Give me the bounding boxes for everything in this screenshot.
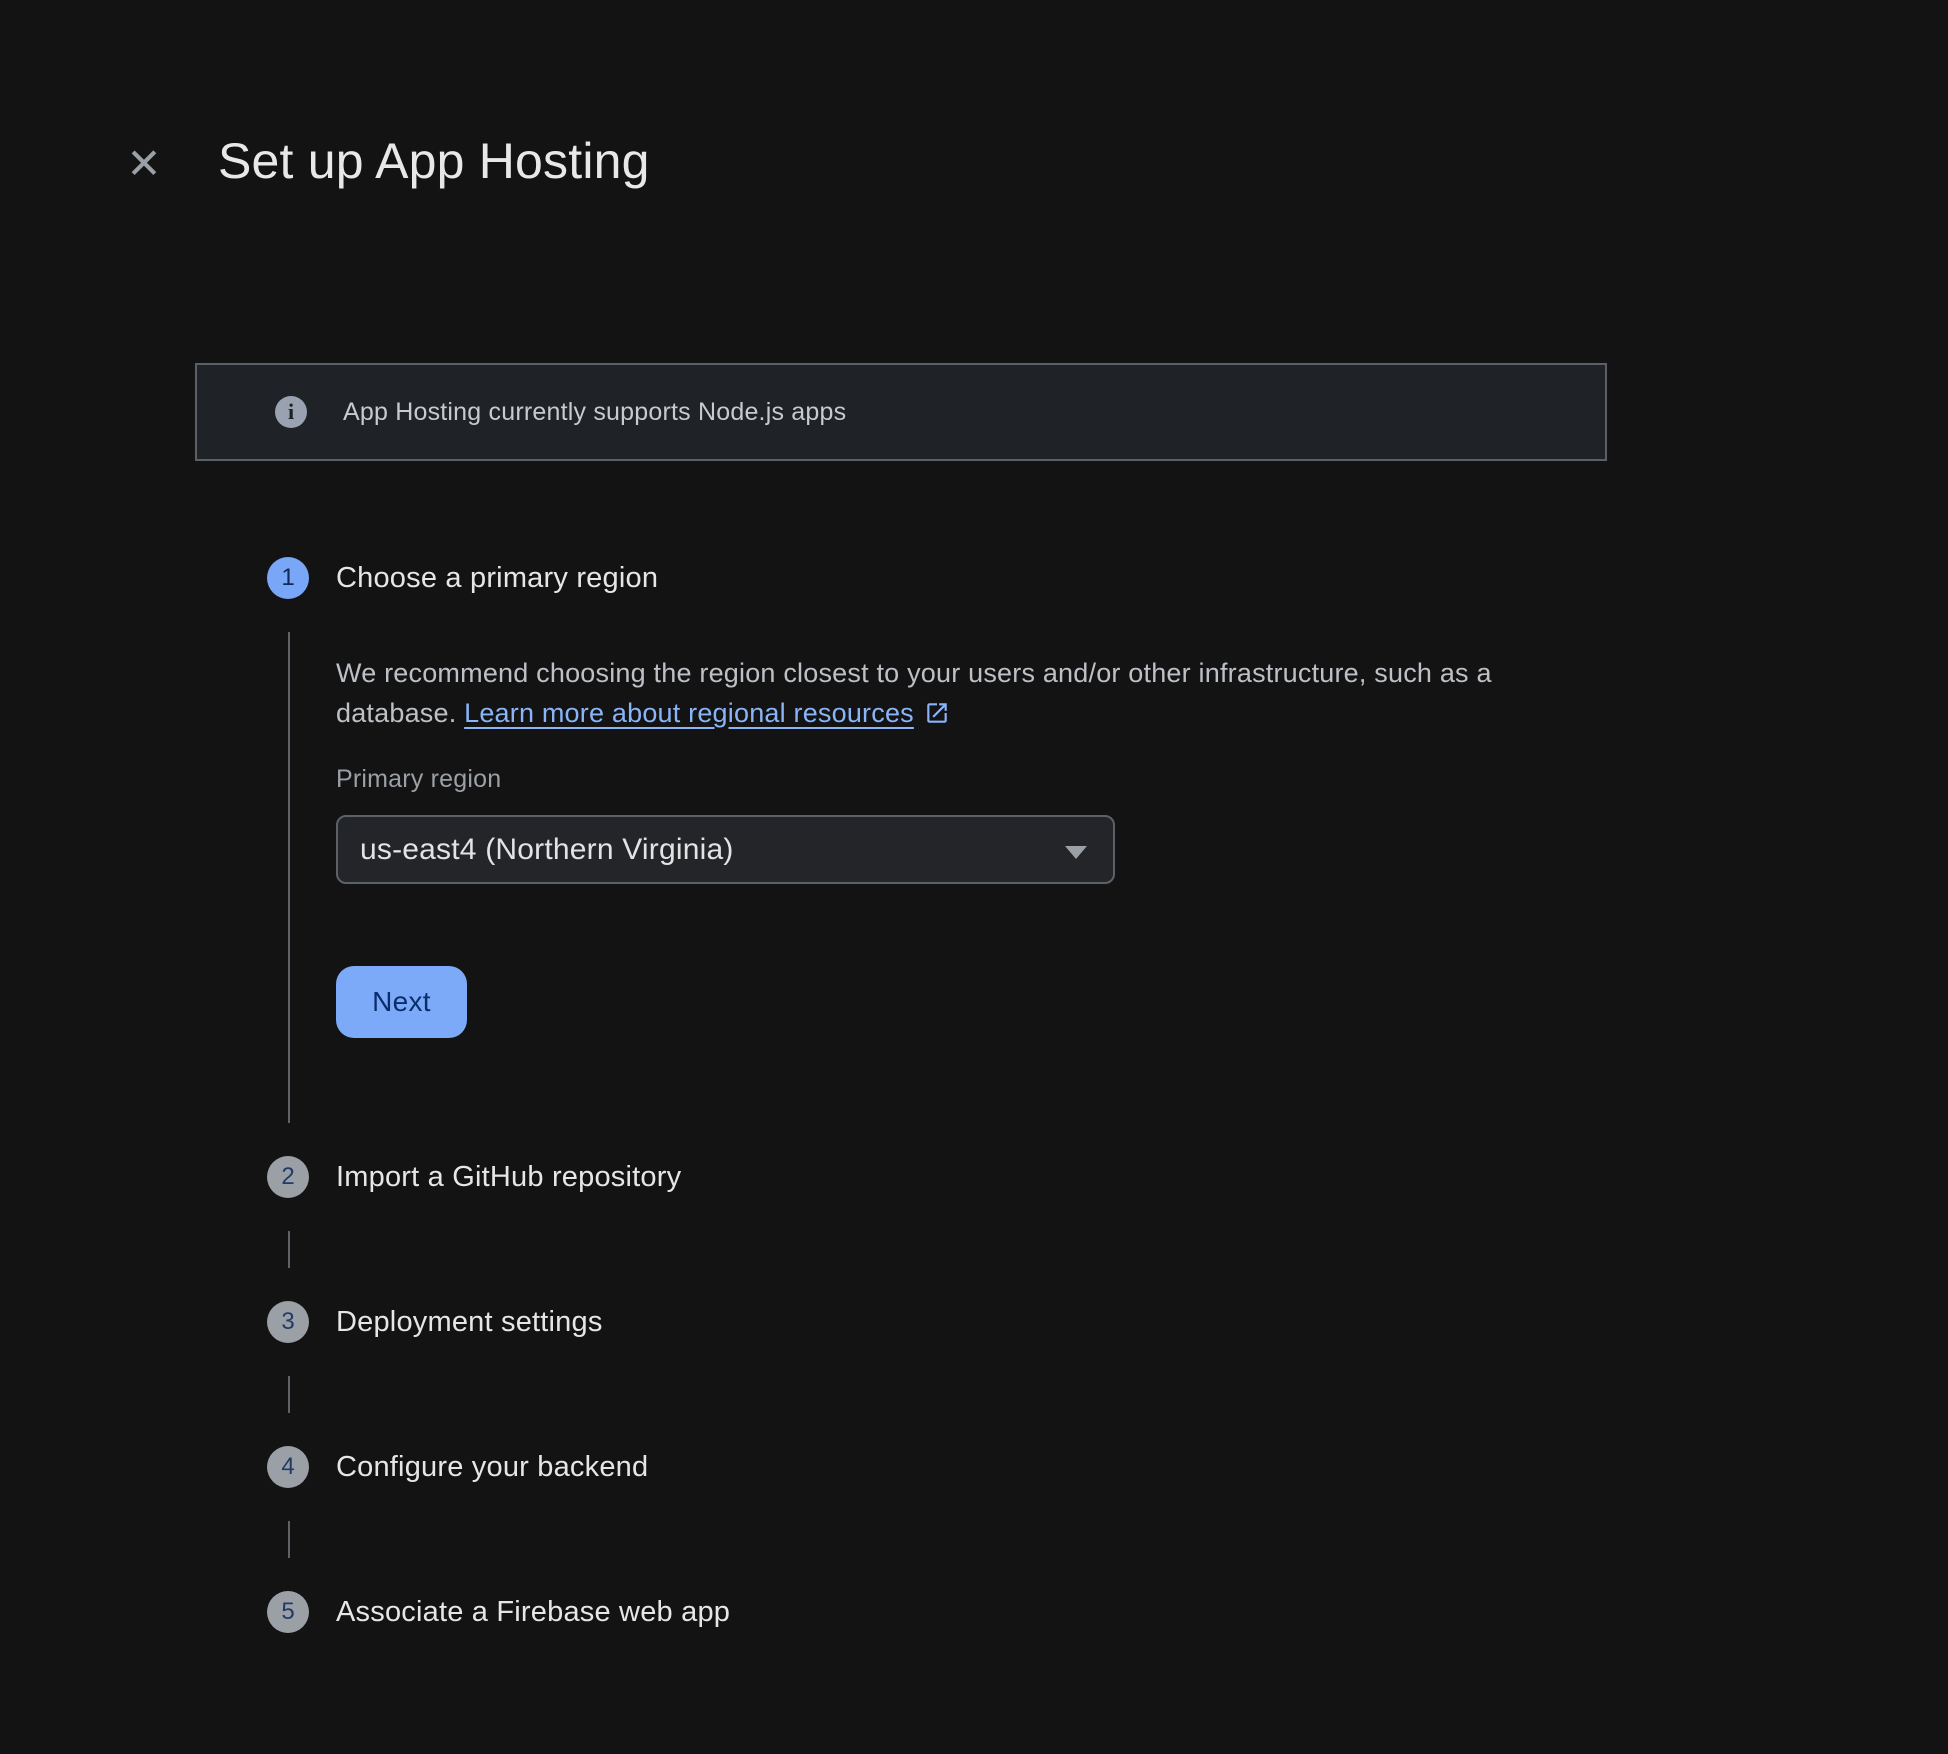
dropdown-arrow-icon [1065, 846, 1087, 859]
stepper-connector [288, 1231, 290, 1268]
step-1-label: Choose a primary region [336, 557, 658, 599]
stepper-connector [288, 1376, 290, 1413]
description-line-1: We recommend choosing the region closest… [336, 653, 1492, 693]
stepper-connector [288, 1521, 290, 1558]
info-banner-text: App Hosting currently supports Node.js a… [343, 398, 846, 427]
step-2-badge: 2 [267, 1156, 309, 1198]
setup-app-hosting-dialog: ✕ Set up App Hosting i App Hosting curre… [0, 0, 1948, 1754]
step-3-badge: 3 [267, 1301, 309, 1343]
learn-more-link[interactable]: Learn more about regional resources [464, 698, 914, 728]
step-5-label: Associate a Firebase web app [336, 1591, 730, 1633]
step-4-badge: 4 [267, 1446, 309, 1488]
info-icon: i [275, 396, 307, 428]
step-3-label: Deployment settings [336, 1301, 603, 1343]
step-2-label: Import a GitHub repository [336, 1156, 681, 1198]
stepper-connector [288, 632, 290, 1123]
step-4-label: Configure your backend [336, 1446, 648, 1488]
primary-region-select[interactable]: us-east4 (Northern Virginia) [336, 815, 1115, 884]
open-in-new-icon [924, 697, 950, 737]
step-1-description: We recommend choosing the region closest… [336, 653, 1492, 737]
step-1-badge: 1 [267, 557, 309, 599]
description-line-2-prefix: database. [336, 698, 464, 728]
step-5-badge: 5 [267, 1591, 309, 1633]
page-title: Set up App Hosting [218, 130, 650, 192]
close-icon[interactable]: ✕ [114, 134, 174, 194]
primary-region-value: us-east4 (Northern Virginia) [360, 833, 734, 867]
next-button[interactable]: Next [336, 966, 467, 1038]
primary-region-label: Primary region [336, 765, 501, 794]
description-line-2: database. Learn more about regional reso… [336, 693, 1492, 737]
info-banner: i App Hosting currently supports Node.js… [195, 363, 1607, 461]
